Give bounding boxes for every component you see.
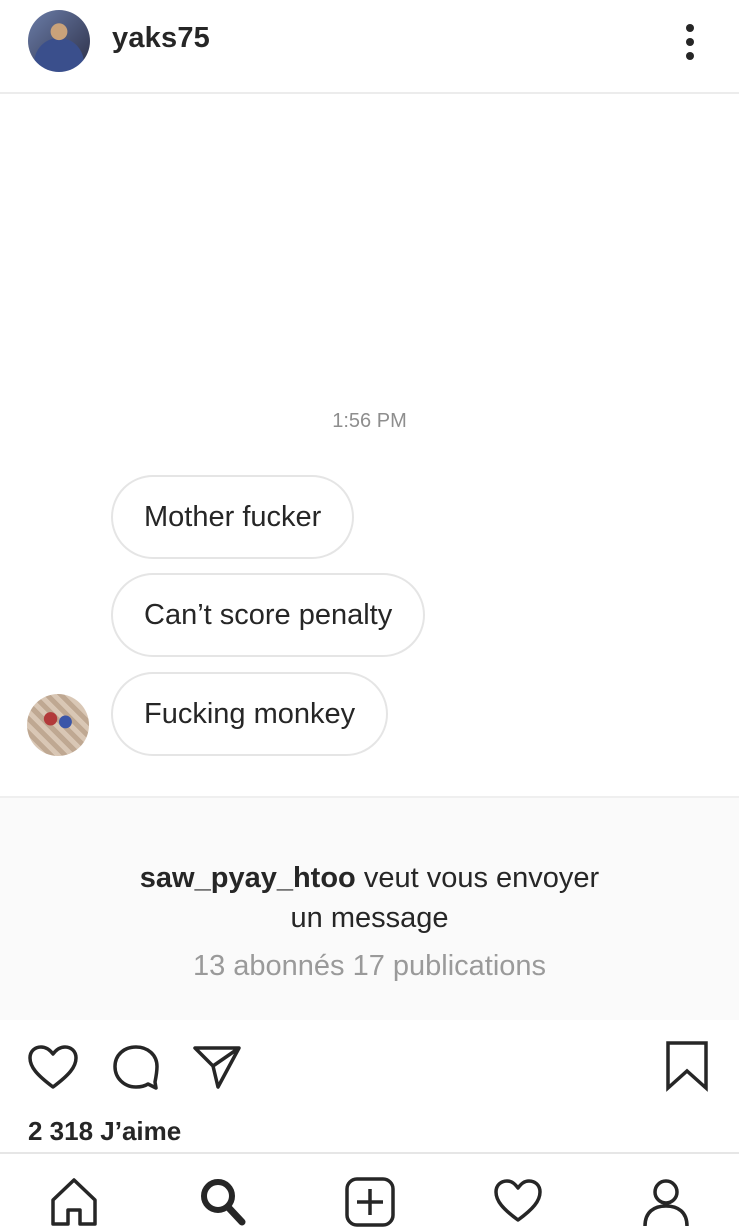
message-bubble[interactable]: Mother fucker — [111, 475, 355, 559]
chat-header: yaks75 — [0, 0, 739, 94]
message-request-panel: saw_pyay_htoo veut vous envoyer un messa… — [0, 796, 739, 1020]
requester-username[interactable]: saw_pyay_htoo — [140, 862, 356, 894]
post-actions: 2 318 J’aime — [0, 1020, 739, 1152]
request-text-part1: veut vous envoyer — [355, 862, 600, 894]
message-thread: 1:56 PM Mother fucker Can’t score penalt… — [0, 96, 739, 796]
chat-username[interactable]: yaks75 — [112, 22, 210, 55]
comment-icon[interactable] — [111, 1044, 161, 1090]
bookmark-icon[interactable] — [664, 1040, 710, 1092]
message-bubble[interactable]: Fucking monkey — [111, 672, 389, 756]
vertical-dots-icon[interactable] — [676, 22, 704, 62]
heart-icon[interactable] — [27, 1044, 79, 1090]
request-text: saw_pyay_htoo veut vous envoyer — [0, 862, 739, 895]
message-timestamp: 1:56 PM — [332, 410, 407, 432]
user-avatar[interactable] — [28, 10, 90, 72]
message-bubble[interactable]: Can’t score penalty — [111, 573, 426, 657]
profile-icon[interactable] — [640, 1176, 692, 1228]
likes-count[interactable]: 2 318 J’aime — [28, 1116, 181, 1147]
request-text-part2: un message — [290, 902, 449, 934]
add-icon[interactable] — [344, 1176, 396, 1228]
share-icon[interactable] — [192, 1044, 242, 1090]
sender-avatar[interactable] — [27, 694, 89, 756]
activity-icon[interactable] — [492, 1176, 544, 1228]
home-icon[interactable] — [48, 1176, 100, 1228]
requester-stats: 13 abonnés 17 publications — [192, 950, 547, 982]
search-icon[interactable] — [196, 1176, 248, 1228]
bottom-tab-bar — [0, 1152, 739, 1232]
